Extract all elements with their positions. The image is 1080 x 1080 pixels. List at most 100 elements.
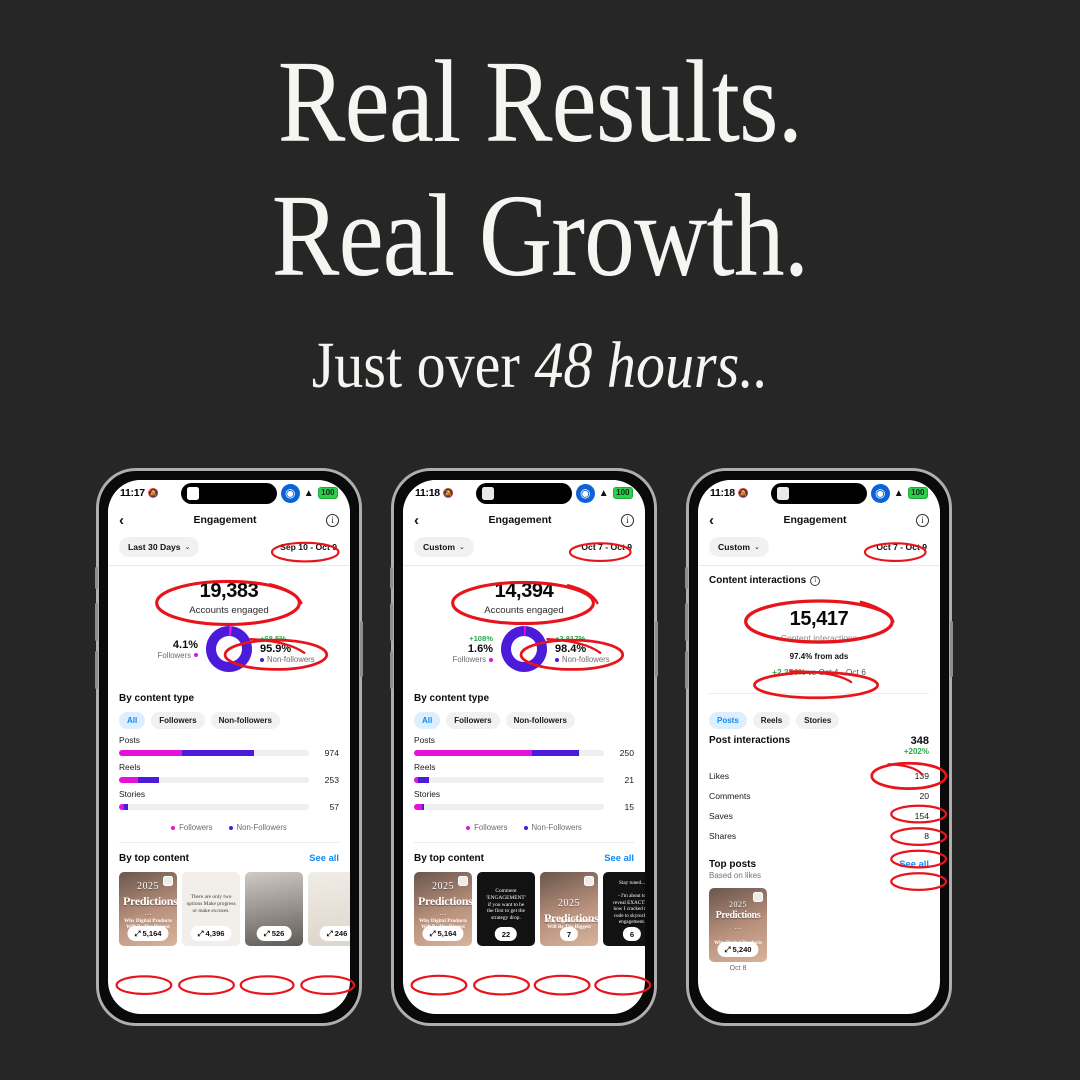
see-all-link[interactable]: See all bbox=[899, 858, 929, 869]
content-interactions-value: 15,417 bbox=[789, 608, 849, 630]
date-preset-dropdown[interactable]: Custom ⌄ bbox=[414, 537, 474, 557]
status-bar: 11:18 🔕 ◉ ▲ 100 bbox=[403, 480, 645, 506]
thumbnail-item[interactable]: There are only two options Make progress… bbox=[182, 872, 240, 946]
date-range-label: Sep 10 - Oct 9 bbox=[280, 542, 337, 552]
top-content-header: By top content See all bbox=[414, 852, 634, 864]
thumbnail-metric-badge: 6 bbox=[622, 927, 642, 941]
tab-all[interactable]: All bbox=[414, 712, 441, 729]
bar-line: 250 bbox=[414, 748, 634, 758]
top-posts-thumbnails[interactable]: 2025Predictions… Why Digital Products ⤢5… bbox=[709, 888, 929, 976]
tab-non-followers[interactable]: Non-followers bbox=[210, 712, 280, 729]
date-preset-dropdown[interactable]: Custom ⌄ bbox=[709, 537, 769, 557]
bar-line: 253 bbox=[119, 775, 339, 785]
followers-label-text: Followers bbox=[157, 650, 191, 660]
bar-label: Posts bbox=[119, 735, 140, 745]
thumbnail-date-caption: Oct 8 bbox=[729, 965, 747, 972]
volume-down-button bbox=[95, 651, 98, 689]
date-preset-dropdown[interactable]: Last 30 Days ⌄ bbox=[119, 537, 200, 557]
tab-stories[interactable]: Stories bbox=[796, 712, 840, 729]
bar-value: 15 bbox=[624, 802, 634, 812]
tab-posts[interactable]: Posts bbox=[709, 712, 747, 729]
island-app-icon bbox=[777, 487, 789, 500]
see-all-link[interactable]: See all bbox=[604, 852, 634, 863]
post-interactions-row: Post interactions 348 +202% bbox=[709, 735, 929, 756]
thumbnail-metric-badge: ⤢ 5,164 bbox=[127, 926, 169, 941]
filter-row: Last 30 Days ⌄ Sep 10 - Oct 9 bbox=[108, 534, 350, 565]
dynamic-island bbox=[476, 483, 572, 504]
see-all-link[interactable]: See all bbox=[309, 852, 339, 863]
tab-followers[interactable]: Followers bbox=[151, 712, 205, 729]
status-time: 11:18 bbox=[710, 487, 735, 499]
phone-screen-2: 11:18 🔕 ◉ ▲ 100 ‹ Engagement i Custom ⌄ … bbox=[403, 480, 645, 1014]
thumbnail-item[interactable]: 2025Predictions… Why Digital Products Wi… bbox=[414, 872, 472, 946]
thumb-big: 2025 bbox=[137, 881, 159, 892]
thumb-badge-value: 526 bbox=[271, 929, 285, 938]
filter-row: Custom ⌄ Oct 7 - Oct 9 bbox=[403, 534, 645, 565]
top-content-title: By top content bbox=[414, 853, 484, 864]
top-posts-title: Top posts bbox=[709, 859, 757, 870]
tab-non-followers[interactable]: Non-followers bbox=[505, 712, 575, 729]
phone-screen-1: 11:17 🔕 ◉ ▲ 100 ‹ Engagement i Last 30 D… bbox=[108, 480, 350, 1014]
thumbnail-metric-badge: ⤢ 246 bbox=[319, 926, 350, 941]
content-interactions-section: Content interactions i 15,417 Content in… bbox=[698, 566, 940, 694]
info-icon[interactable]: i bbox=[621, 513, 634, 527]
volume-down-button bbox=[685, 651, 688, 689]
trend-up-icon: ⤢ bbox=[197, 928, 204, 938]
bar-label: Posts bbox=[414, 735, 435, 745]
info-icon[interactable]: i bbox=[326, 513, 339, 527]
thumbnail-item[interactable]: Comment 'ENGAGEMENT' if you want to be t… bbox=[477, 872, 535, 946]
thumbnail-metric-badge: ⤢ 5,164 bbox=[422, 926, 464, 941]
bar-row-reels: Reels 253 bbox=[119, 762, 339, 785]
bar-line: 15 bbox=[414, 802, 634, 812]
nonfollowers-label-text: Non-followers bbox=[562, 655, 610, 664]
thumb-big: 2025 bbox=[432, 881, 454, 892]
island-app-icon bbox=[187, 487, 199, 500]
nonfollowers-delta: +3,817% bbox=[555, 634, 586, 643]
thumb-badge-value: 5,240 bbox=[732, 945, 752, 954]
tab-reels[interactable]: Reels bbox=[752, 712, 791, 729]
content-type-tabs: All Followers Non-followers bbox=[414, 712, 634, 729]
mute-bell-icon: 🔕 bbox=[442, 487, 454, 498]
headline-line-2: Real Growth. bbox=[271, 169, 809, 301]
accounts-engaged-label: Accounts engaged bbox=[189, 605, 269, 616]
bar-seg-followers bbox=[414, 750, 532, 756]
nonfollowers-label-text: Non-followers bbox=[267, 655, 315, 664]
top-content-header: By top content See all bbox=[119, 852, 339, 864]
nonfollowers-stat: +68.5% 95.9% Non-followers bbox=[260, 634, 326, 664]
airdrop-icon: ◉ bbox=[575, 483, 595, 503]
bar-value: 57 bbox=[329, 802, 339, 812]
headline-line-1: Real Results. bbox=[277, 36, 803, 167]
post-interactions-label: Post interactions bbox=[709, 735, 791, 746]
thumbnail-item[interactable]: Stay tuned... - I'm about to reveal EXAC… bbox=[603, 872, 645, 946]
thumb-badge-value: 22 bbox=[501, 929, 511, 939]
nonfollowers-label: Non-followers bbox=[555, 655, 621, 664]
legend-non-followers: Non-Followers bbox=[228, 823, 287, 832]
thumbnail-item[interactable]: 2025Predictions… Why Digital Products ⤢5… bbox=[709, 888, 767, 962]
thumbnail-item[interactable]: ⤢ 526 bbox=[245, 872, 303, 946]
legend-followers: Followers bbox=[466, 823, 508, 832]
dynamic-island bbox=[181, 483, 277, 504]
trend-up-icon: ⤢ bbox=[326, 928, 333, 938]
thumbnail-text: 2025 Predictions… bbox=[418, 881, 472, 917]
thumbnail-item[interactable]: 2025Predictions… Why Digital Products Wi… bbox=[119, 872, 177, 946]
bar-track bbox=[414, 777, 604, 783]
top-content-thumbnails[interactable]: 2025Predictions… Why Digital Products Wi… bbox=[119, 872, 350, 950]
info-icon[interactable]: i bbox=[810, 575, 821, 586]
volume-up-button bbox=[390, 603, 393, 641]
tab-followers[interactable]: Followers bbox=[446, 712, 500, 729]
silent-switch bbox=[95, 567, 98, 589]
tab-all[interactable]: All bbox=[119, 712, 146, 729]
top-content-thumbnails[interactable]: 2025Predictions… Why Digital Products Wi… bbox=[414, 872, 645, 950]
thumbnail-item[interactable]: ⤢ 246 bbox=[308, 872, 350, 946]
from-ads-label: 97.4% from ads bbox=[789, 652, 849, 661]
top-content-title: By top content bbox=[119, 853, 189, 864]
bar-seg-nonfollowers bbox=[421, 804, 425, 810]
top-post-cell[interactable]: 2025Predictions… Why Digital Products ⤢5… bbox=[709, 888, 767, 972]
volume-up-button bbox=[685, 603, 688, 641]
info-icon[interactable]: i bbox=[916, 513, 929, 527]
thumbnail-text: There are only two options Make progress… bbox=[186, 894, 236, 914]
thumbnail-item[interactable]: 2025 Predictions Why Digital Products Wil… bbox=[540, 872, 598, 946]
followers-percent: 1.6% bbox=[467, 643, 493, 655]
chart-legend: Followers Non-Followers bbox=[414, 823, 634, 832]
nav-bar: ‹ Engagement i bbox=[403, 506, 645, 534]
